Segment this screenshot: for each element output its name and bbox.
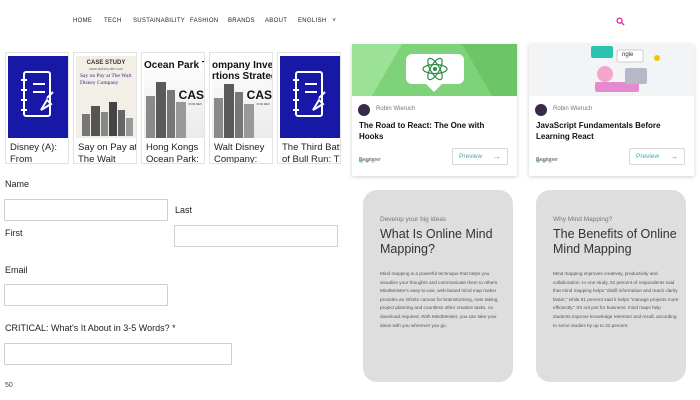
course-banner: [352, 44, 517, 96]
book-title-line2: Ocean Park:: [146, 154, 199, 164]
book-title: Say on Pay at: [78, 142, 137, 153]
course-banner: ngle: [529, 44, 694, 96]
search-icon[interactable]: [616, 17, 625, 26]
top-navigation: HOME TECH SUSTAINABILITY FASHION BRANDS …: [0, 0, 700, 44]
mindmap-info-card: Develop your big ideas What Is Online Mi…: [363, 190, 513, 382]
avatar: [535, 104, 547, 116]
nav-sustainability[interactable]: SUSTAINABILITY: [133, 18, 185, 24]
book-title-line2: From: [10, 154, 33, 164]
javascript-banner-illustration: [591, 46, 660, 92]
cover-caption: Say on Pay at The Walt Disney Company: [80, 73, 132, 86]
book-card[interactable]: The Third Battle of Bull Run: The: [277, 52, 341, 164]
nav-brands[interactable]: BRANDS: [228, 18, 255, 24]
book-cover: ompany Inves rtions Strategy CAS FOR REV: [212, 56, 272, 138]
author-name: Robin Wieruch: [376, 106, 416, 112]
card-body: Mind mapping is a powerful technique tha…: [380, 271, 499, 328]
course-card[interactable]: Robin Wieruch The Road to React: The One…: [352, 44, 517, 176]
book-cover: [280, 56, 340, 138]
last-label: Last: [175, 205, 193, 215]
course-level: Beginner: [359, 157, 382, 163]
course-title[interactable]: The Road to React: The One with Hooks: [359, 120, 509, 142]
critical-words-input[interactable]: [4, 343, 232, 365]
book-title: The Third Battle: [282, 142, 340, 153]
skyline-illustration: [82, 102, 133, 136]
course-title[interactable]: JavaScript Fundamentals Before Learning …: [536, 120, 686, 142]
last-name-input[interactable]: [174, 225, 338, 247]
mindmap-benefits-card: Why Mind Mapping? The Benefits of Online…: [536, 190, 686, 382]
book-card[interactable]: Disney (A): From: [5, 52, 69, 164]
course-level: Beginner: [536, 157, 559, 163]
react-banner-illustration: [352, 44, 517, 96]
preview-button[interactable]: Preview →: [452, 148, 508, 165]
book-title: Hong Kongs: [146, 142, 199, 153]
cover-mark-sub: FOR REV: [188, 102, 202, 106]
avatar: [358, 104, 370, 116]
author-name: Robin Wieruch: [553, 106, 593, 112]
preview-label: Preview: [636, 153, 660, 160]
email-input[interactable]: [4, 284, 168, 306]
card-kicker: Develop your big ideas: [380, 216, 447, 223]
book-title: Disney (A):: [10, 142, 57, 153]
card-body: Mind mapping improves creativity, produc…: [553, 271, 679, 328]
nav-language[interactable]: ENGLISH ˅: [298, 18, 336, 24]
card-heading: What Is Online Mind Mapping?: [380, 227, 493, 256]
book-card[interactable]: CASE STUDY www.dummy.site.com Say on Pay…: [73, 52, 137, 164]
chevron-down-icon: ˅: [332, 18, 337, 24]
book-title: Walt Disney: [214, 142, 265, 153]
name-label: Name: [5, 179, 30, 189]
book-title-line2: The Walt: [78, 154, 116, 164]
arrow-right-icon: →: [493, 152, 501, 161]
course-card[interactable]: ngle Robin Wieruch JavaScript Fundamenta…: [529, 44, 694, 176]
book-cover: Ocean Park Tal CAS FOR REV: [144, 56, 204, 138]
nav-fashion[interactable]: FASHION: [190, 18, 218, 24]
cover-site: CASE STUDY: [86, 60, 126, 66]
character-counter: 50: [5, 382, 13, 389]
book-carousel: Disney (A): From CASE STUDY www.dummy.si…: [5, 48, 345, 168]
card-heading: The Benefits of Online Mind Mapping: [553, 227, 677, 256]
book-card[interactable]: ompany Inves rtions Strategy CAS FOR REV…: [209, 52, 273, 164]
cover-mark: CAS: [178, 88, 204, 102]
book-title-line2: Company:: [214, 154, 258, 164]
email-label: Email: [5, 265, 28, 275]
notebook-icon: [293, 71, 326, 117]
notebook-icon: [21, 71, 54, 117]
first-label: First: [5, 228, 23, 238]
preview-label: Preview: [459, 153, 483, 160]
book-title-line2: of Bull Run: The: [282, 154, 340, 164]
nav-home[interactable]: HOME: [73, 18, 92, 24]
nav-tech[interactable]: TECH: [104, 18, 122, 24]
cover-caption: ompany Inves rtions Strategy: [212, 60, 272, 82]
cover-caption: Ocean Park Tal: [144, 60, 204, 71]
book-cover: [8, 56, 68, 138]
book-cover: CASE STUDY www.dummy.site.com Say on Pay…: [76, 56, 136, 138]
nav-about[interactable]: ABOUT: [265, 18, 287, 24]
arrow-right-icon: →: [670, 152, 678, 161]
book-card[interactable]: Ocean Park Tal CAS FOR REV Hong Kongs Oc…: [141, 52, 205, 164]
cover-mark-sub: FOR REV: [256, 102, 270, 106]
skyline-illustration: [146, 82, 186, 138]
cover-mark: CAS: [246, 88, 272, 102]
banner-tag: ngle: [622, 52, 634, 58]
card-kicker: Why Mind Mapping?: [553, 216, 613, 223]
cover-sub: www.dummy.site.com: [89, 67, 123, 71]
language-label: ENGLISH: [298, 18, 327, 24]
critical-label: CRITICAL: What's It About in 3-5 Words? …: [5, 323, 176, 333]
first-name-input[interactable]: [4, 199, 168, 221]
preview-button[interactable]: Preview →: [629, 148, 685, 165]
